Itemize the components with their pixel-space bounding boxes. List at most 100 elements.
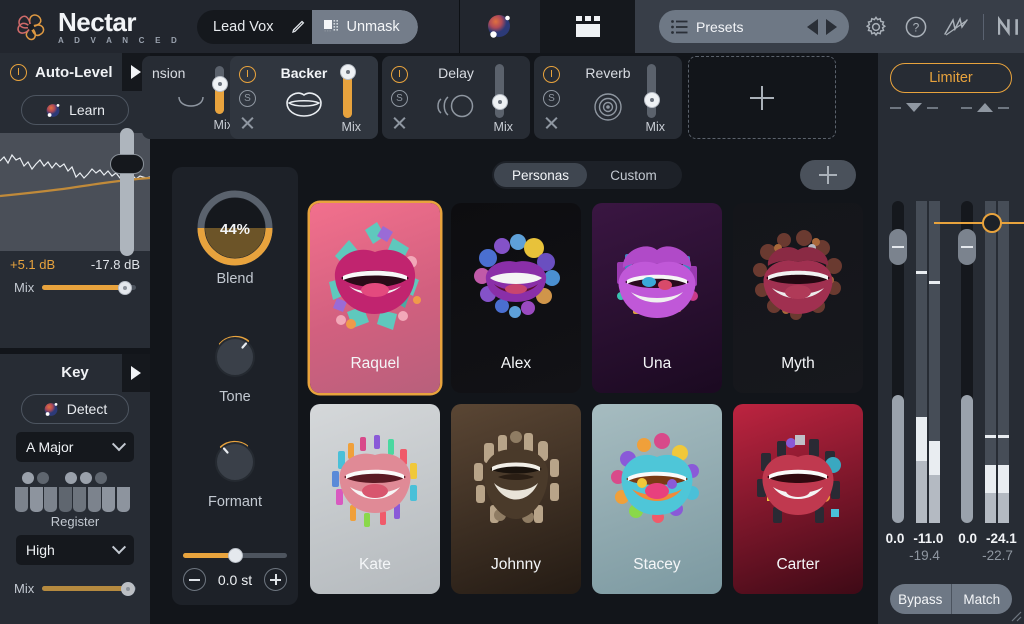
persona-art: [310, 203, 440, 349]
prev-arrow-icon[interactable]: [807, 19, 818, 35]
module-mix-fader[interactable]: [215, 66, 224, 114]
nectar-pinwheel-icon: [14, 10, 48, 44]
gear-icon[interactable]: [863, 14, 889, 40]
solo-icon[interactable]: S: [391, 90, 408, 107]
minus-icon[interactable]: [183, 568, 206, 591]
key-mix-slider[interactable]: [42, 586, 136, 591]
power-icon[interactable]: [391, 66, 408, 83]
persona-name: Kate: [310, 556, 440, 574]
module-mix-fader[interactable]: [647, 64, 656, 118]
tab-custom[interactable]: Custom: [587, 163, 680, 187]
next-arrow-icon[interactable]: [826, 19, 837, 35]
input-rms: -11.0: [913, 531, 943, 546]
output-fader-handle[interactable]: [958, 229, 976, 265]
solo-icon[interactable]: S: [239, 90, 256, 107]
key-select[interactable]: A Major: [16, 432, 134, 462]
blend-label: Blend: [172, 271, 298, 287]
unmask-grid-icon: [324, 20, 339, 33]
persona-card-una[interactable]: Una: [592, 203, 722, 393]
module-card[interactable]: Delay S Mix: [382, 56, 530, 139]
key-expand-button[interactable]: [122, 354, 150, 392]
persona-card-alex[interactable]: Alex: [451, 203, 581, 393]
input-fader[interactable]: [892, 201, 904, 523]
unmask-button[interactable]: Unmask: [312, 10, 418, 44]
app-name: Nectar: [58, 9, 181, 35]
close-x-icon[interactable]: [239, 114, 256, 131]
formant-knob[interactable]: [209, 435, 261, 487]
question-circle-icon[interactable]: ?: [903, 14, 929, 40]
top-bar: Nectar A D V A N C E D Lead Vox Unmask: [0, 0, 1024, 53]
assistant-orb-icon: [43, 401, 60, 418]
left-sidebar: Auto-Level Learn: [0, 53, 150, 624]
limiter-ceiling-control[interactable]: [934, 213, 1024, 233]
input-peak: 0.0: [886, 531, 905, 546]
izotope-squiggle-icon[interactable]: [943, 14, 969, 40]
solo-icon[interactable]: S: [543, 90, 560, 107]
blend-value: 44%: [172, 221, 298, 238]
plus-icon[interactable]: [264, 568, 287, 591]
tone-knob[interactable]: [209, 330, 261, 382]
auto-level-mix-slider[interactable]: [42, 285, 136, 290]
module-card[interactable]: Reverb S Mix: [534, 56, 682, 139]
native-instruments-logo-icon[interactable]: [998, 14, 1024, 40]
register-select[interactable]: High: [16, 535, 134, 565]
match-button[interactable]: Match: [952, 584, 1013, 614]
meter-readouts: 0.0 -11.0 0.0 -24.1 -19.4 -22.7: [878, 531, 1024, 565]
persona-card-carter[interactable]: Carter: [733, 404, 863, 594]
persona-card-kate[interactable]: Kate: [310, 404, 440, 594]
persona-card-johnny[interactable]: Johnny: [451, 404, 581, 594]
persona-name: Carter: [733, 556, 863, 574]
input-fader-handle[interactable]: [889, 229, 907, 265]
close-x-icon[interactable]: [543, 114, 560, 131]
persona-name: Una: [592, 355, 722, 373]
chevron-down-icon: [112, 540, 126, 554]
module-mix-fader[interactable]: [495, 64, 504, 118]
persona-name: Raquel: [310, 355, 440, 373]
output-secondary-cell: -22.7: [951, 547, 1024, 565]
power-icon[interactable]: [543, 66, 560, 83]
add-persona-button[interactable]: [800, 160, 856, 190]
module-card[interactable]: Backer S Mix: [230, 56, 378, 139]
persona-art: [310, 404, 440, 550]
module-view-icon: [574, 15, 602, 39]
power-icon[interactable]: [10, 64, 27, 81]
power-icon[interactable]: [239, 66, 256, 83]
module-view-tab[interactable]: [540, 0, 635, 53]
meter-area: [878, 53, 1024, 353]
auto-level-gain-value: +5.1 dB: [10, 257, 55, 272]
ceiling-handle[interactable]: [982, 213, 1002, 233]
persona-name: Myth: [733, 355, 863, 373]
persona-card-stacey[interactable]: Stacey: [592, 404, 722, 594]
assistant-orb-icon: [45, 102, 62, 119]
auto-level-title: Auto-Level: [35, 64, 113, 81]
presets-button[interactable]: Presets: [659, 10, 849, 43]
preset-name[interactable]: Lead Vox: [197, 19, 285, 35]
auto-level-graph[interactable]: [0, 133, 150, 251]
tab-personas[interactable]: Personas: [494, 163, 587, 187]
pitch-slider[interactable]: [183, 553, 287, 558]
module-mix-label: Mix: [646, 120, 665, 134]
learn-button[interactable]: Learn: [21, 95, 129, 125]
key-piano[interactable]: [15, 472, 135, 512]
meter-secondary-row: -19.4 -22.7: [878, 547, 1024, 565]
persona-name: Alex: [451, 355, 581, 373]
close-x-icon[interactable]: [391, 114, 408, 131]
tone-label: Tone: [172, 389, 298, 405]
module-mix-fader[interactable]: [343, 64, 352, 118]
assistant-button[interactable]: [460, 0, 540, 53]
backer-panel: 44% Blend Tone: [150, 148, 878, 624]
resize-grip-icon[interactable]: [1008, 608, 1022, 622]
input-readout: 0.0 -11.0: [878, 531, 951, 546]
detect-button[interactable]: Detect: [21, 394, 129, 424]
persona-card-raquel[interactable]: Raquel: [310, 203, 440, 393]
pencil-icon[interactable]: [286, 10, 312, 44]
expand-arrow-icon: [131, 366, 141, 380]
persona-card-myth[interactable]: Myth: [733, 203, 863, 393]
auto-level-target-fader[interactable]: [120, 128, 134, 256]
add-module-button[interactable]: [688, 56, 836, 139]
output-fader[interactable]: [961, 201, 973, 523]
bypass-button[interactable]: Bypass: [890, 584, 951, 614]
module-strip: nsion Mix Backer S: [150, 53, 878, 148]
backer-knob-panel: 44% Blend Tone: [172, 167, 298, 605]
auto-level-target-handle[interactable]: [110, 154, 144, 174]
